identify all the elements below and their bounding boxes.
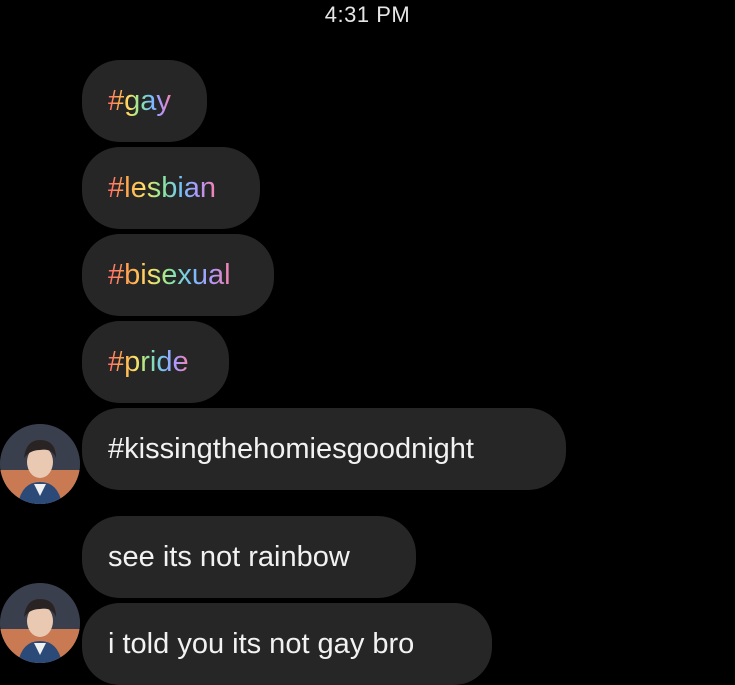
message-text: #pride	[108, 345, 189, 378]
message-bubble[interactable]: i told you its not gay bro	[82, 603, 492, 685]
message-bubble[interactable]: #pride	[82, 321, 229, 403]
message-text: see its not rainbow	[108, 540, 350, 573]
message-bubble[interactable]: see its not rainbow	[82, 516, 416, 598]
message-bubble[interactable]: #lesbian	[82, 147, 260, 229]
timestamp: 4:31 PM	[324, 2, 411, 27]
message-text: #kissingthehomiesgoodnight	[108, 432, 474, 465]
message-bubble[interactable]: #bisexual	[82, 234, 274, 316]
avatar-photo	[0, 583, 80, 663]
message-text: #lesbian	[108, 171, 217, 204]
avatar-photo	[0, 424, 80, 504]
sender-avatar[interactable]	[0, 583, 80, 663]
sender-avatar[interactable]	[0, 424, 80, 504]
message-text: #bisexual	[108, 258, 231, 291]
message-text: i told you its not gay bro	[108, 627, 415, 660]
message-bubble[interactable]: #kissingthehomiesgoodnight	[82, 408, 566, 490]
message-text: #gay	[108, 84, 171, 117]
message-bubble[interactable]: #gay	[82, 60, 207, 142]
